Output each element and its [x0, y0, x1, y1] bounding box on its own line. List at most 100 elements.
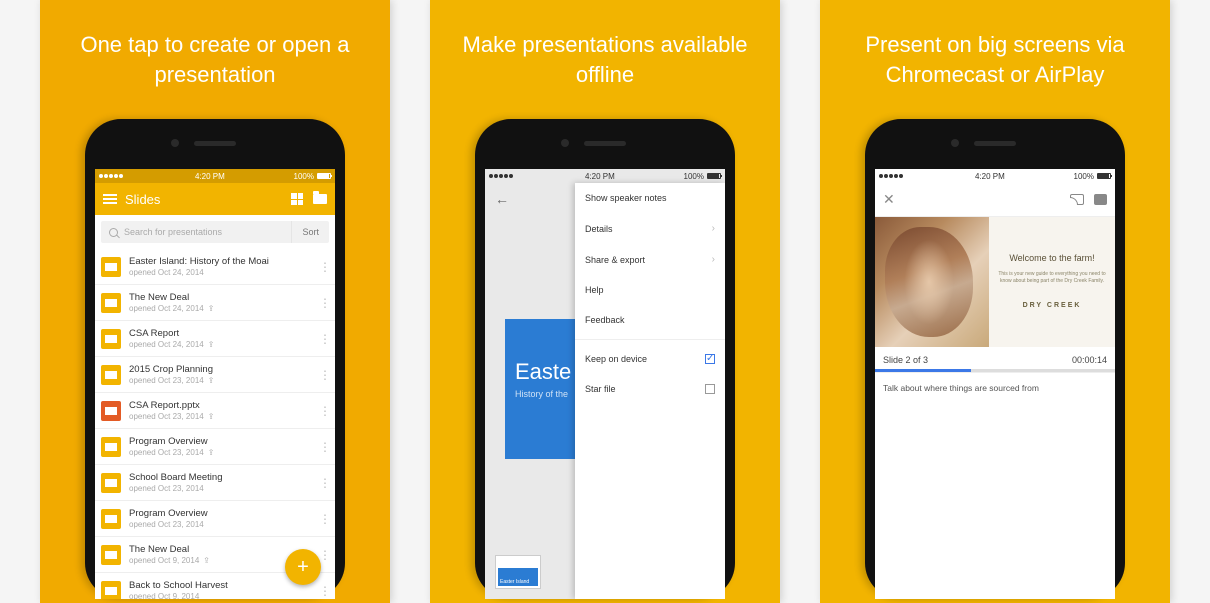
menu-item[interactable]: Share & export› — [575, 244, 725, 275]
file-title: CSA Report — [129, 328, 311, 339]
progress-bar[interactable] — [875, 369, 1115, 372]
file-title: CSA Report.pptx — [129, 400, 311, 411]
battery-pct: 100% — [294, 172, 314, 181]
overflow-icon[interactable]: ⋮ — [319, 514, 329, 524]
status-bar: 4:20 PM 100% — [95, 169, 335, 183]
phone-frame: 4:20 PM 100% ← Easte History of the East… — [475, 119, 735, 599]
file-title: Easter Island: History of the Moai — [129, 256, 311, 267]
menu-label: Show speaker notes — [585, 193, 667, 203]
overflow-icon[interactable]: ⋮ — [319, 334, 329, 344]
slide-body: This is your new guide to everything you… — [995, 271, 1109, 284]
folder-icon[interactable] — [313, 194, 327, 204]
file-subtitle: opened Oct 23, 2014 ⇪ — [129, 412, 311, 421]
battery-pct: 100% — [1074, 172, 1094, 181]
file-type-icon — [101, 401, 121, 421]
phone-frame: 4:20 PM 100% ✕ Welcome to the farm! This… — [865, 119, 1125, 599]
menu-label: Star file — [585, 384, 616, 394]
present-timer: 00:00:14 — [1072, 355, 1107, 365]
speaker-notes: Talk about where things are sourced from — [875, 372, 1115, 403]
slide-heading: Welcome to the farm! — [1009, 253, 1094, 263]
app-bar: Slides — [95, 183, 335, 215]
shared-icon: ⇪ — [208, 376, 215, 385]
slide-info-bar: Slide 2 of 3 00:00:14 — [875, 347, 1115, 369]
search-input[interactable]: Search for presentations — [101, 221, 291, 243]
slide-image — [875, 217, 989, 347]
search-bar: Search for presentations Sort — [101, 221, 329, 243]
slide-brand: DRY CREEK — [1023, 302, 1082, 309]
shared-icon: ⇪ — [208, 304, 215, 313]
panel-caption: Make presentations available offline — [430, 0, 780, 99]
grid-view-icon[interactable] — [291, 193, 303, 205]
menu-item[interactable]: Star file — [575, 374, 725, 404]
list-item[interactable]: CSA Reportopened Oct 24, 2014 ⇪ ⋮ — [95, 321, 335, 357]
overflow-icon[interactable]: ⋮ — [319, 298, 329, 308]
file-type-icon — [101, 329, 121, 349]
chevron-right-icon: › — [712, 223, 715, 234]
file-title: Program Overview — [129, 508, 311, 519]
overflow-menu: Show speaker notes Details›Share & export… — [575, 183, 725, 599]
file-title: The New Deal — [129, 544, 311, 555]
hamburger-icon[interactable] — [103, 194, 117, 204]
overflow-icon[interactable]: ⋮ — [319, 442, 329, 452]
overflow-icon[interactable]: ⋮ — [319, 406, 329, 416]
overflow-icon[interactable]: ⋮ — [319, 370, 329, 380]
thumb-label: Easter Island — [500, 579, 529, 585]
battery-pct: 100% — [684, 172, 704, 181]
menu-label: Feedback — [585, 315, 625, 325]
menu-item[interactable]: Help — [575, 275, 725, 305]
phone-screen-3: 4:20 PM 100% ✕ Welcome to the farm! This… — [875, 169, 1115, 599]
overflow-icon[interactable]: ⋮ — [319, 478, 329, 488]
file-type-icon — [101, 437, 121, 457]
close-icon[interactable]: ✕ — [883, 191, 895, 208]
menu-item[interactable]: Feedback — [575, 305, 725, 335]
menu-item[interactable]: Show speaker notes — [575, 183, 725, 213]
list-item[interactable]: Program Overviewopened Oct 23, 2014 ⇪⋮ — [95, 429, 335, 465]
back-arrow-icon[interactable]: ← — [495, 191, 509, 207]
list-item[interactable]: School Board Meetingopened Oct 23, 2014⋮ — [95, 465, 335, 501]
list-item[interactable]: Program Overviewopened Oct 23, 2014⋮ — [95, 501, 335, 537]
file-type-icon — [101, 545, 121, 565]
list-item[interactable]: Easter Island: History of the Moaiopened… — [95, 249, 335, 285]
overflow-icon[interactable]: ⋮ — [319, 550, 329, 560]
file-subtitle: opened Oct 24, 2014 ⇪ — [129, 304, 311, 313]
phone-screen-2: 4:20 PM 100% ← Easte History of the East… — [485, 169, 725, 599]
file-subtitle: opened Oct 24, 2014 ⇪ — [129, 340, 311, 349]
status-bar: 4:20 PM 100% — [875, 169, 1115, 183]
list-item[interactable]: CSA Report.pptxopened Oct 23, 2014 ⇪ ⋮ — [95, 393, 335, 429]
file-type-icon — [101, 257, 121, 277]
promo-panel-3: Present on big screens via Chromecast or… — [820, 0, 1170, 603]
overflow-icon[interactable]: ⋮ — [319, 586, 329, 596]
status-time: 4:20 PM — [585, 172, 615, 181]
menu-item[interactable]: Details› — [575, 213, 725, 244]
signal-icon — [879, 172, 906, 181]
chat-icon[interactable] — [1094, 194, 1107, 205]
list-item[interactable]: 2015 Crop Planningopened Oct 23, 2014 ⇪⋮ — [95, 357, 335, 393]
menu-item[interactable]: Keep on device — [575, 339, 725, 374]
shared-icon: ⇪ — [208, 340, 215, 349]
slide-text: Welcome to the farm! This is your new gu… — [989, 217, 1115, 347]
list-item[interactable]: The New Dealopened Oct 24, 2014 ⇪ ⋮ — [95, 285, 335, 321]
search-icon — [109, 228, 118, 237]
slide-counter: Slide 2 of 3 — [883, 355, 928, 365]
file-title: Back to School Harvest — [129, 580, 311, 591]
shared-icon: ⇪ — [208, 412, 215, 421]
current-slide: Welcome to the farm! This is your new gu… — [875, 217, 1115, 347]
search-placeholder: Search for presentations — [124, 227, 222, 237]
checkbox[interactable] — [705, 354, 715, 364]
phone-screen-1: 4:20 PM 100% Slides Sear — [95, 169, 335, 599]
checkbox[interactable] — [705, 384, 715, 394]
promo-panel-1: One tap to create or open a presentation… — [40, 0, 390, 603]
status-time: 4:20 PM — [195, 172, 225, 181]
panel-caption: Present on big screens via Chromecast or… — [820, 0, 1170, 99]
chevron-right-icon: › — [712, 254, 715, 265]
battery-icon — [707, 173, 721, 179]
shared-icon: ⇪ — [208, 448, 215, 457]
file-subtitle: opened Oct 24, 2014 — [129, 268, 311, 277]
panel-caption: One tap to create or open a presentation — [40, 0, 390, 99]
file-subtitle: opened Oct 9, 2014 — [129, 592, 311, 599]
overflow-icon[interactable]: ⋮ — [319, 262, 329, 272]
cast-icon[interactable] — [1070, 194, 1084, 205]
slide-thumbnail[interactable]: Easter Island — [495, 555, 541, 589]
file-title: The New Deal — [129, 292, 311, 303]
sort-button[interactable]: Sort — [291, 221, 329, 243]
